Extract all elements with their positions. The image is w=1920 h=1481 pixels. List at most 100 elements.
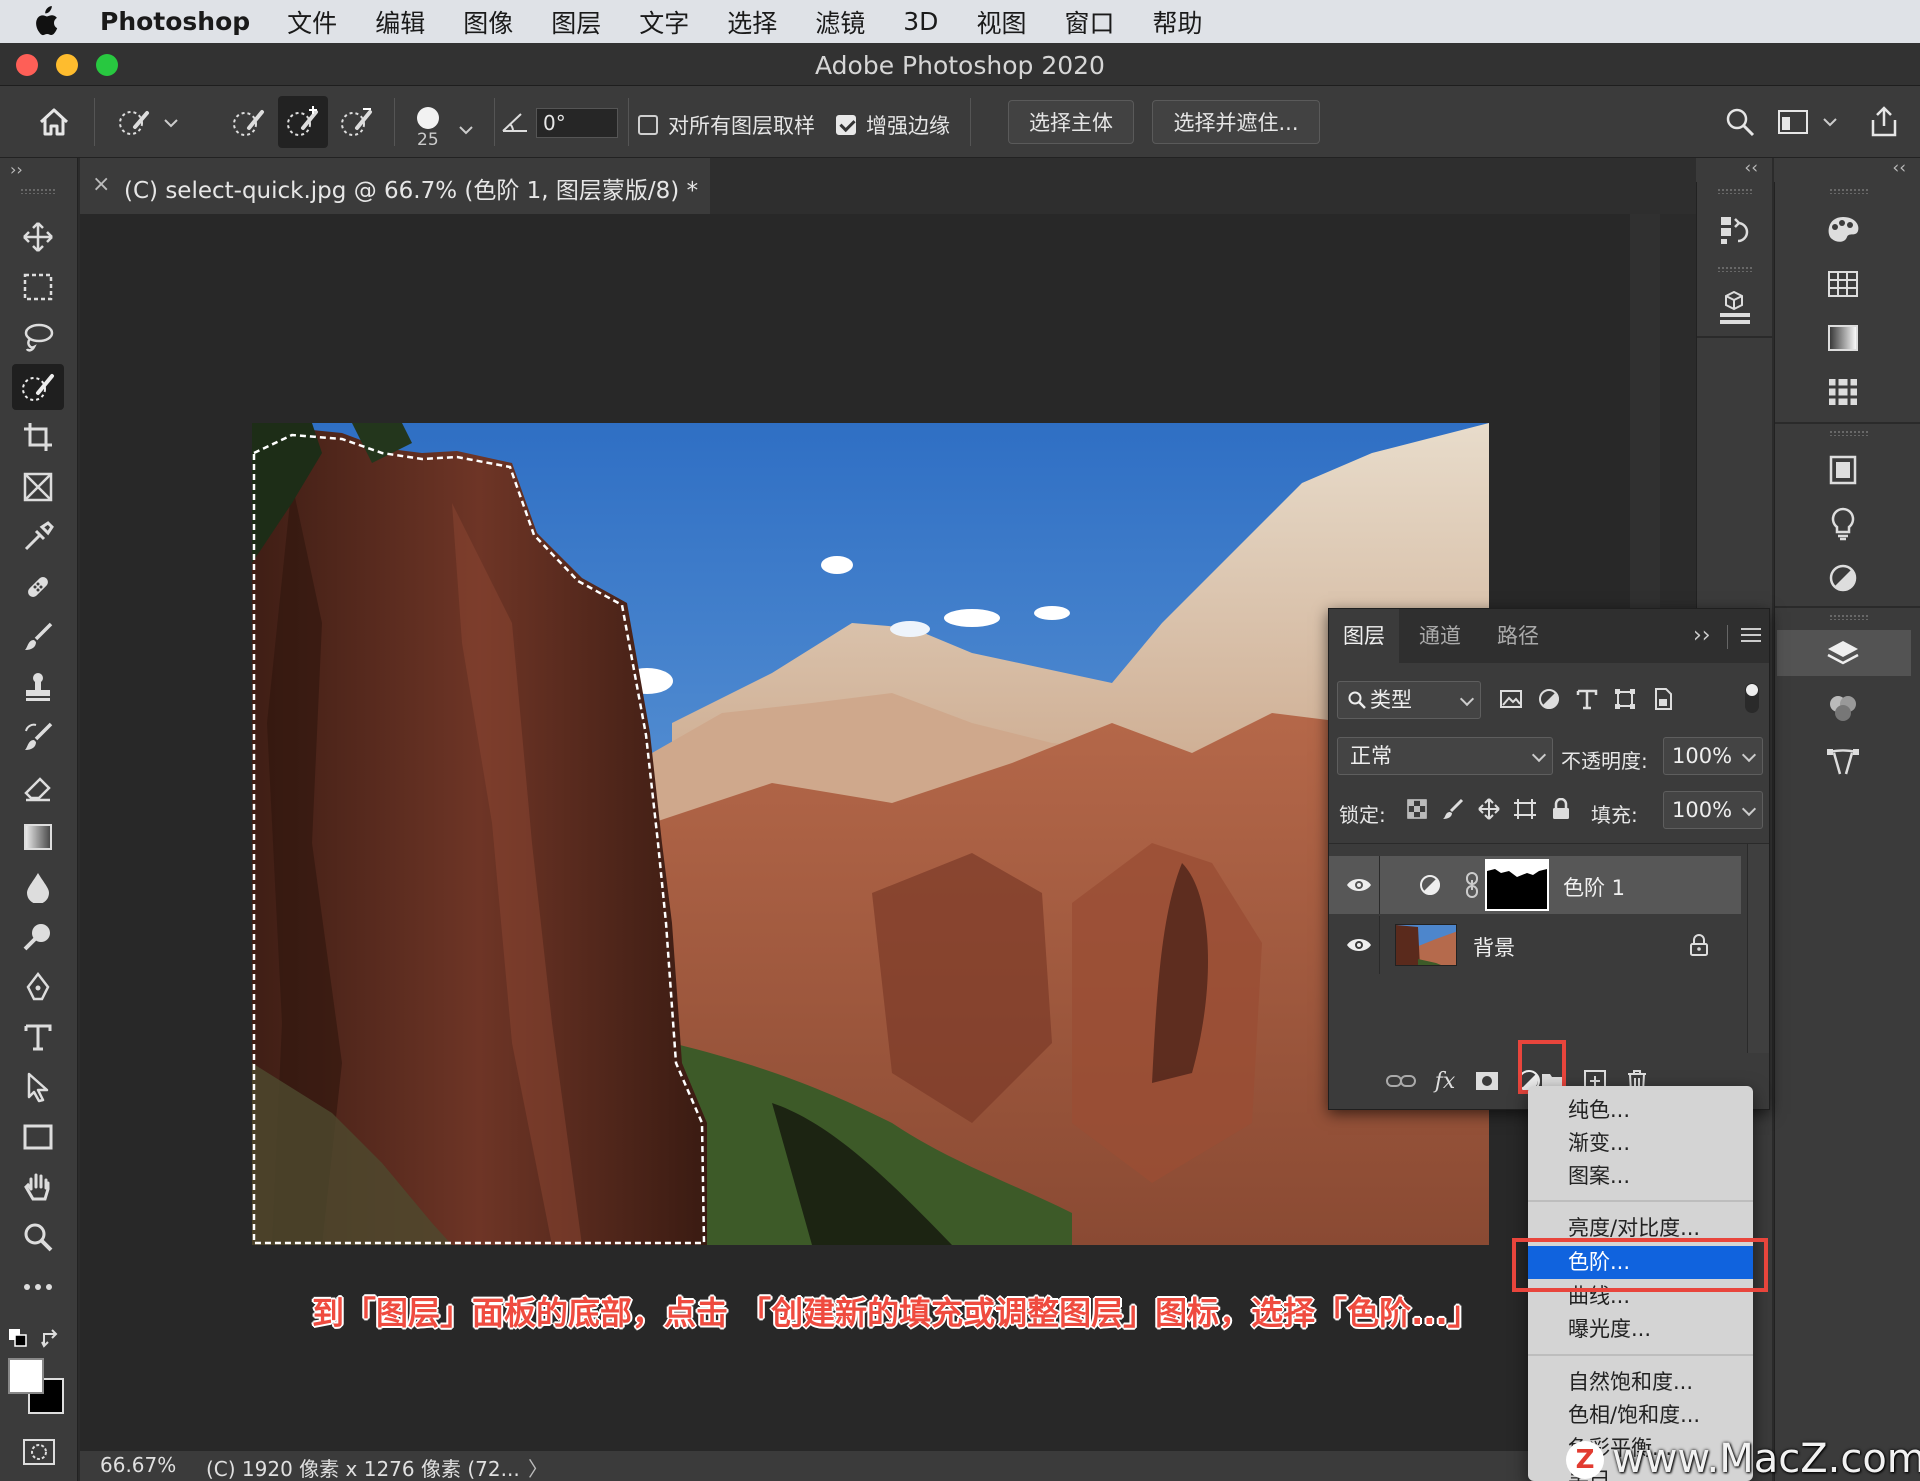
filter-type-icon[interactable] [1567, 679, 1607, 719]
opacity-input[interactable]: 100% [1663, 737, 1763, 775]
filter-toggle[interactable] [1745, 683, 1759, 713]
brush-icon[interactable] [12, 614, 64, 660]
tool-preset-picker[interactable] [108, 86, 188, 158]
history-brush-icon[interactable] [12, 714, 64, 760]
menu-item-exposure[interactable]: 曝光度... [1528, 1313, 1753, 1346]
filter-shape-icon[interactable] [1605, 679, 1645, 719]
panel-expand-icon[interactable]: ›› [1693, 623, 1711, 648]
menu-select[interactable]: 选择 [708, 4, 796, 40]
collapse-dock2-icon[interactable]: ‹‹ [1892, 158, 1906, 178]
tab-channels[interactable]: 通道 [1405, 609, 1475, 663]
tab-layers[interactable]: 图层 [1329, 609, 1399, 663]
lock-artboard-icon[interactable] [1505, 789, 1545, 829]
lasso-icon[interactable] [12, 314, 64, 360]
toolbar-grip[interactable] [20, 188, 56, 194]
blur-icon[interactable] [12, 864, 64, 910]
mask-link-icon[interactable] [1465, 872, 1479, 902]
patterns-panel-icon[interactable] [1813, 366, 1873, 418]
add-layer-mask-icon[interactable] [1467, 1061, 1507, 1101]
zoom-level[interactable]: 66.67% [100, 1453, 176, 1477]
subtract-from-selection-brush-icon[interactable] [334, 86, 380, 158]
home-icon[interactable] [30, 86, 78, 158]
healing-brush-icon[interactable] [12, 564, 64, 610]
hand-icon[interactable] [12, 1164, 64, 1210]
menu-item-solid-color[interactable]: 纯色... [1528, 1094, 1753, 1127]
new-selection-brush-icon[interactable] [226, 86, 272, 158]
apple-menu-icon[interactable] [0, 5, 90, 38]
more-tools-icon[interactable] [12, 1264, 64, 1310]
document-image[interactable] [252, 423, 1489, 1245]
document-tab[interactable]: × (C) select-quick.jpg @ 66.7% (色阶 1, 图层… [80, 158, 710, 214]
marquee-icon[interactable] [12, 264, 64, 310]
layer-name-background[interactable]: 背景 [1473, 932, 1515, 962]
menu-layer[interactable]: 图层 [532, 4, 620, 40]
menu-item-gradient[interactable]: 渐变... [1528, 1127, 1753, 1160]
dodge-icon[interactable] [12, 914, 64, 960]
foreground-color-swatch[interactable] [8, 1358, 44, 1394]
default-colors-icon[interactable] [8, 1328, 30, 1354]
quick-selection-icon[interactable] [12, 364, 64, 410]
select-subject-button[interactable]: 选择主体 [1008, 100, 1134, 144]
adjustments-panel-icon[interactable] [1813, 552, 1873, 604]
filter-pixel-icon[interactable] [1491, 679, 1531, 719]
rectangle-icon[interactable] [12, 1114, 64, 1160]
color-panel-icon[interactable] [1813, 204, 1873, 256]
close-document-icon[interactable]: × [92, 172, 110, 197]
filter-adjustment-icon[interactable] [1529, 679, 1569, 719]
pen-icon[interactable] [12, 964, 64, 1010]
angle-input[interactable]: 0° [536, 108, 618, 138]
enhance-edge-checkbox[interactable]: 增强边缘 [836, 110, 950, 140]
menu-filter[interactable]: 滤镜 [796, 4, 884, 40]
crop-icon[interactable] [12, 414, 64, 460]
path-selection-icon[interactable] [12, 1064, 64, 1110]
menu-item-vibrance[interactable]: 自然饱和度... [1528, 1366, 1753, 1399]
eraser-icon[interactable] [12, 764, 64, 810]
eyedropper-icon[interactable] [12, 514, 64, 560]
dock1-header[interactable]: ‹‹ [1696, 158, 1772, 182]
layer-row-background[interactable]: 背景 [1329, 916, 1741, 974]
fill-input[interactable]: 100% [1663, 791, 1763, 829]
enhance-edge-box[interactable] [836, 115, 856, 135]
layer-visibility-eye-icon[interactable] [1339, 928, 1379, 962]
properties-panel-icon[interactable] [1813, 444, 1873, 496]
layers-panel-icon[interactable] [1813, 628, 1873, 680]
lock-transparent-pixels-icon[interactable] [1397, 789, 1437, 829]
color-swatches[interactable] [8, 1358, 68, 1418]
history-panel-icon[interactable] [1705, 204, 1765, 256]
layer-visibility-eye-icon[interactable] [1339, 868, 1379, 902]
paths-panel-icon[interactable] [1813, 736, 1873, 788]
add-to-selection-brush-icon[interactable] [278, 96, 328, 148]
background-layer-thumbnail[interactable] [1395, 924, 1457, 966]
menu-window[interactable]: 窗口 [1045, 4, 1133, 40]
lock-position-icon[interactable] [1469, 789, 1509, 829]
channels-panel-icon[interactable] [1813, 682, 1873, 734]
menu-app-photoshop[interactable]: Photoshop [90, 7, 268, 36]
link-layers-icon[interactable] [1381, 1061, 1421, 1101]
sample-all-layers-checkbox[interactable]: 对所有图层取样 [638, 110, 815, 140]
menu-view[interactable]: 视图 [957, 4, 1045, 40]
share-icon[interactable] [1864, 86, 1904, 158]
filter-smart-object-icon[interactable] [1643, 679, 1683, 719]
menu-edit[interactable]: 编辑 [356, 4, 444, 40]
tab-paths[interactable]: 路径 [1483, 609, 1553, 663]
menu-image[interactable]: 图像 [444, 4, 532, 40]
gradient-icon[interactable] [12, 814, 64, 860]
menu-3d[interactable]: 3D [884, 7, 957, 36]
menu-help[interactable]: 帮助 [1133, 4, 1221, 40]
workspace-switcher-icon[interactable] [1774, 86, 1846, 158]
lock-all-icon[interactable] [1541, 789, 1581, 829]
gradients-panel-icon[interactable] [1813, 312, 1873, 364]
dock2-grip-3[interactable] [1829, 614, 1869, 620]
layer-mask-thumbnail[interactable] [1485, 859, 1549, 911]
toolbar-collapse-icon[interactable]: ›› [10, 160, 23, 179]
dock1-grip-2[interactable] [1717, 266, 1753, 272]
zoom-icon[interactable] [12, 1214, 64, 1260]
panel-menu-icon[interactable] [1741, 627, 1761, 647]
swap-colors-icon[interactable] [40, 1328, 62, 1354]
menu-file[interactable]: 文件 [268, 4, 356, 40]
layer-name-levels[interactable]: 色阶 1 [1563, 872, 1625, 902]
menu-item-pattern[interactable]: 图案... [1528, 1160, 1753, 1193]
quick-mask-icon[interactable] [22, 1438, 56, 1470]
3d-panel-icon[interactable] [1705, 282, 1765, 334]
frame-icon[interactable] [12, 464, 64, 510]
